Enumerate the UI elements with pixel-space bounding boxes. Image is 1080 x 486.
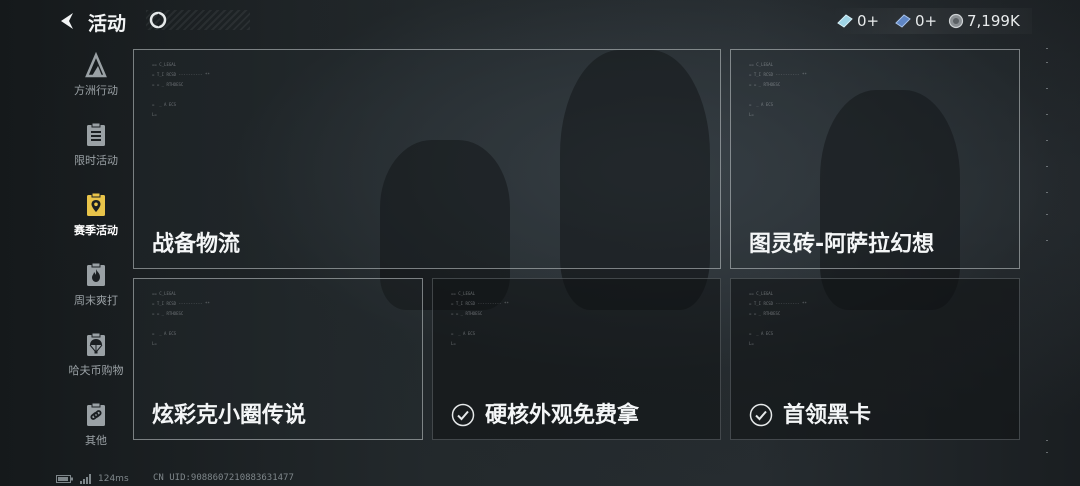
page-title: 活动 (88, 13, 127, 35)
battery-icon (56, 475, 73, 483)
sidebar-item-label: 方洲行动 (74, 84, 118, 97)
sidebar-item-label: 限时活动 (74, 154, 118, 167)
decorative-ruler (1040, 48, 1054, 468)
season-logo-icon (149, 11, 167, 29)
activity-card[interactable]: == C_LEGAL = T_I RCSD ---------- ** = = … (133, 49, 721, 269)
ping-value: 124ms (98, 474, 129, 484)
sidebar-item-label: 其他 (85, 434, 107, 447)
currency-blue-ticket-value: 0+ (915, 12, 938, 30)
parachute-icon (87, 332, 105, 356)
activity-card[interactable]: == C_LEGAL = T_I RCSD ---------- ** = = … (730, 278, 1020, 440)
sidebar-item-fangzhou[interactable]: 方洲行动 (55, 48, 137, 108)
activity-card-title: 图灵砖-阿萨拉幻想 (749, 232, 935, 257)
currency-coin-value: 7,199K (967, 12, 1020, 30)
decorative-code-text: == C_LEGAL = T_I RCSD ---------- ** = = … (749, 291, 807, 346)
mountain-logo-icon (85, 52, 107, 78)
ticket-icon (837, 14, 853, 28)
decorative-code-text: == C_LEGAL = T_I RCSD ---------- ** = = … (451, 291, 509, 346)
sidebar: 方洲行动 限时活动 赛季活动 周末爽打 哈夫币购物 其他 (55, 44, 137, 454)
status-footer: 124ms (56, 472, 129, 486)
activity-card-title: 战备物流 (152, 232, 241, 257)
check-icon (451, 403, 475, 427)
user-uid: CN UID:9088607210883631477 (153, 473, 294, 483)
sidebar-item-haf-shop[interactable]: 哈夫币购物 (55, 328, 137, 388)
map-pin-icon (87, 192, 105, 216)
currency-ticket[interactable]: 0+ (836, 11, 879, 31)
decorative-code-text: == C_LEGAL = T_I RCSD ---------- ** = = … (152, 291, 210, 346)
decorative-code-text: == C_LEGAL = T_I RCSD ---------- ** = = … (152, 62, 210, 117)
currency-blue-ticket[interactable]: 0+ (894, 11, 937, 31)
blue-ticket-icon (895, 14, 911, 28)
sidebar-item-limited[interactable]: 限时活动 (55, 118, 137, 178)
sidebar-item-label: 赛季活动 (74, 224, 118, 237)
season-badge (146, 10, 250, 30)
sidebar-item-label: 哈夫币购物 (68, 364, 124, 377)
sidebar-item-weekend[interactable]: 周末爽打 (55, 258, 137, 318)
top-bar: 活动 0+ 0+ 7,199K (0, 0, 1080, 44)
currency-ticket-value: 0+ (857, 12, 880, 30)
activity-card-title: 首领黑卡 (783, 403, 872, 428)
activity-card[interactable]: == C_LEGAL = T_I RCSD ---------- ** = = … (730, 49, 1020, 269)
check-icon (749, 403, 773, 427)
clipboard-list-icon (87, 122, 105, 146)
signal-icon (80, 474, 91, 484)
activity-card[interactable]: == C_LEGAL = T_I RCSD ---------- ** = = … (133, 278, 423, 440)
decorative-code-text: == C_LEGAL = T_I RCSD ---------- ** = = … (749, 62, 807, 117)
sidebar-item-label: 周末爽打 (74, 294, 118, 307)
activity-card-title: 硬核外观免费拿 (485, 403, 640, 428)
activity-card[interactable]: == C_LEGAL = T_I RCSD ---------- ** = = … (432, 278, 721, 440)
link-icon (87, 402, 105, 426)
sidebar-item-season[interactable]: 赛季活动 (55, 188, 137, 248)
activity-card-title: 炫彩克小圈传说 (152, 403, 307, 428)
back-arrow-icon[interactable] (56, 10, 78, 32)
coin-icon (948, 13, 964, 29)
sidebar-item-other[interactable]: 其他 (55, 398, 137, 458)
flame-icon (87, 262, 105, 286)
currency-coin[interactable]: 7,199K (948, 11, 1020, 31)
